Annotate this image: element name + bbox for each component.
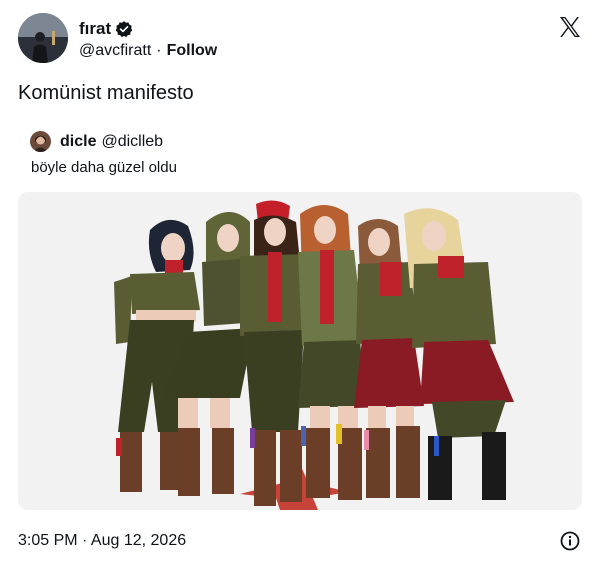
quoted-display-name: dicle bbox=[60, 132, 97, 150]
quoted-text: böyle daha güzel oldu bbox=[31, 159, 177, 176]
tweet-header: fırat @avcfiratt · Follow bbox=[18, 13, 584, 65]
tweet-text: Komünist manifesto bbox=[18, 82, 194, 104]
author-display-name[interactable]: fırat bbox=[79, 19, 111, 39]
quoted-name-row: dicle @diclleb bbox=[60, 131, 163, 152]
author-avatar[interactable] bbox=[18, 13, 68, 63]
group-photo-illustration bbox=[18, 192, 582, 510]
author-name-row: fırat bbox=[79, 18, 133, 40]
follow-button[interactable]: Follow bbox=[167, 42, 218, 60]
quoted-handle: @diclleb bbox=[101, 132, 164, 150]
separator-dot: · bbox=[156, 42, 162, 59]
group-photo[interactable] bbox=[18, 192, 582, 510]
tweet-timestamp[interactable]: 3:05 PM · Aug 12, 2026 bbox=[18, 532, 186, 550]
tweet-footer: 3:05 PM · Aug 12, 2026 bbox=[18, 530, 584, 552]
author-handle[interactable]: @avcfiratt bbox=[79, 42, 151, 60]
author-handle-row: @avcfiratt · Follow bbox=[79, 42, 217, 60]
x-logo-icon[interactable] bbox=[558, 15, 582, 39]
quoted-author-avatar bbox=[30, 131, 51, 152]
verified-badge-icon bbox=[115, 20, 133, 38]
info-icon[interactable] bbox=[560, 531, 580, 551]
